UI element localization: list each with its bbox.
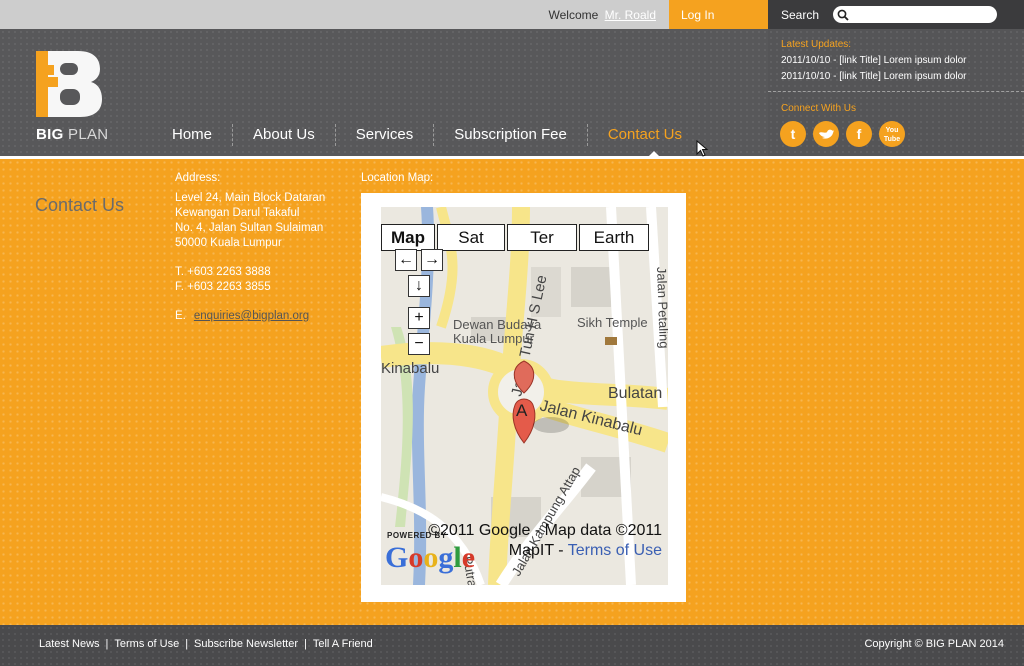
address-line: No. 4, Jalan Sultan Sulaiman — [175, 222, 324, 234]
location-map[interactable]: Dewan Budaya Kuala Lumpur Sikh Temple Ki… — [381, 207, 668, 585]
address-label: Address: — [175, 172, 221, 184]
footer-links: Latest News | Terms of Use | Subscribe N… — [39, 638, 373, 650]
email-row: E. enquiries@bigplan.org — [175, 310, 309, 322]
nav-contact-us[interactable]: Contact Us — [588, 124, 702, 146]
search-box[interactable] — [833, 6, 997, 23]
nav-subscription-fee[interactable]: Subscription Fee — [434, 124, 588, 146]
footer-link-terms-of-use[interactable]: Terms of Use — [114, 638, 179, 650]
footer-link-tell-a-friend[interactable]: Tell A Friend — [313, 638, 373, 650]
footer-separator: | — [185, 638, 189, 650]
twitter-icon[interactable]: t — [780, 121, 806, 147]
mouse-cursor-icon — [696, 140, 709, 157]
search-label: Search — [781, 8, 820, 22]
brand-name-bold: BIG — [36, 126, 64, 143]
phone-number: T. +603 2263 3888 — [175, 266, 271, 278]
latest-updates-title: Latest Updates: — [781, 39, 852, 50]
page-title: Contact Us — [35, 195, 125, 215]
updates-panel: Latest Updates: 2011/10/10 - [link Title… — [768, 29, 1024, 156]
map-type-map[interactable]: Map — [381, 224, 435, 251]
address-line: Kewangan Darul Takaful — [175, 207, 300, 219]
facebook-icon[interactable]: f — [846, 121, 872, 147]
zoom-in-button[interactable]: + — [408, 307, 430, 329]
map-attribution: ©2011 Google - Map data ©2011 MapIT - Te… — [402, 521, 662, 561]
search-area: Search — [768, 0, 1024, 29]
brand-name: BIG PLAN — [36, 126, 108, 143]
fax-number: F. +603 2263 3855 — [175, 281, 271, 293]
search-input[interactable] — [853, 7, 991, 22]
map-type-terrain[interactable]: Ter — [507, 224, 577, 251]
copyright-text: Copyright © BIG PLAN 2014 — [864, 638, 1004, 650]
footer: Latest News | Terms of Use | Subscribe N… — [0, 625, 1024, 666]
terms-of-use-link[interactable]: Terms of Use — [568, 542, 662, 559]
map-type-earth[interactable]: Earth — [579, 224, 649, 251]
big-plan-logo[interactable] — [34, 49, 104, 119]
brand-name-light: PLAN — [68, 126, 109, 143]
zoom-out-button[interactable]: − — [408, 333, 430, 355]
svg-text:Sikh Temple: Sikh Temple — [577, 315, 648, 330]
update-item[interactable]: 2011/10/10 - [link Title] Lorem ipsum do… — [781, 55, 966, 66]
map-frame: Dewan Budaya Kuala Lumpur Sikh Temple Ki… — [361, 193, 686, 602]
svg-text:Bulatan: Bulatan — [608, 385, 662, 402]
map-marker-label: A — [516, 401, 528, 420]
footer-separator: | — [105, 638, 109, 650]
panel-divider — [768, 91, 1024, 92]
welcome-label: Welcome — [548, 8, 599, 22]
location-map-label: Location Map: — [361, 172, 434, 184]
main-content: Contact Us Address: Level 24, Main Block… — [0, 159, 1024, 625]
connect-with-us-title: Connect With Us — [781, 103, 857, 114]
pan-down-button[interactable]: ↓ — [408, 275, 430, 297]
welcome-message: Welcome Mr. Roald — [549, 8, 657, 22]
footer-separator: | — [303, 638, 307, 650]
map-type-satellite[interactable]: Sat — [437, 224, 505, 251]
pan-right-button[interactable]: → — [421, 249, 443, 271]
email-link[interactable]: enquiries@bigplan.org — [194, 310, 309, 322]
address-line: 50000 Kuala Lumpur — [175, 237, 282, 249]
nav-about-us[interactable]: About Us — [233, 124, 336, 146]
bird-icon[interactable] — [813, 121, 839, 147]
youtube-icon[interactable]: You Tube — [879, 121, 905, 147]
active-nav-indicator — [647, 151, 661, 158]
nav-home[interactable]: Home — [152, 124, 234, 146]
pan-left-button[interactable]: ← — [395, 249, 417, 271]
login-button[interactable]: Log In — [669, 0, 768, 29]
address-line: Level 24, Main Block Dataran — [175, 192, 326, 204]
email-prefix: E. — [175, 310, 186, 322]
footer-link-subscribe-newsletter[interactable]: Subscribe Newsletter — [194, 638, 298, 650]
main-navigation: Home About Us Services Subscription Fee … — [152, 123, 702, 147]
footer-link-latest-news[interactable]: Latest News — [39, 638, 100, 650]
svg-text:Kinabalu: Kinabalu — [381, 360, 439, 377]
nav-services[interactable]: Services — [336, 124, 435, 146]
search-icon — [837, 9, 849, 21]
top-bar: Welcome Mr. Roald Log In Search — [0, 0, 1024, 29]
user-name-link[interactable]: Mr. Roald — [605, 8, 656, 22]
update-item[interactable]: 2011/10/10 - [link Title] Lorem ipsum do… — [781, 71, 966, 82]
